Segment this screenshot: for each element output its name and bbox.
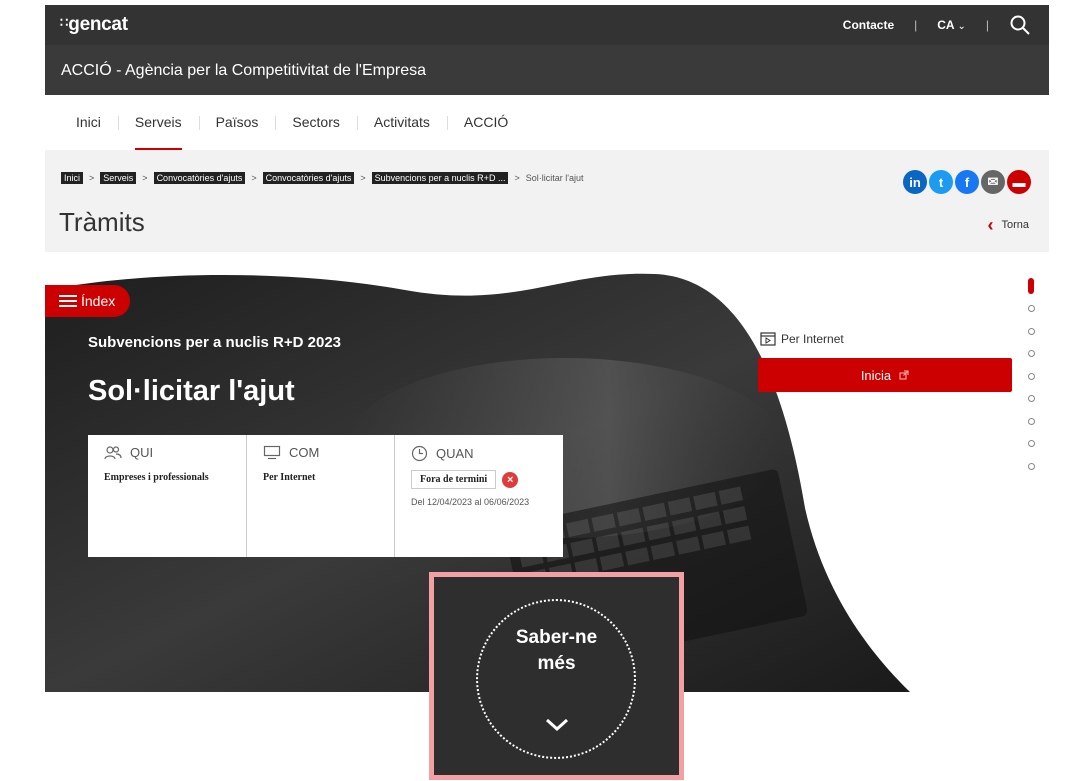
monitor-icon: [263, 445, 281, 460]
chevron-down-icon: [545, 718, 569, 732]
facebook-icon[interactable]: f: [955, 170, 979, 194]
breadcrumb-link[interactable]: Serveis: [100, 172, 137, 184]
title-band: Inici > Serveis > Convocatòries d'ajuts …: [45, 150, 1049, 252]
pager-dot[interactable]: [1027, 305, 1035, 312]
info-quan-heading: QUAN: [411, 445, 563, 462]
top-links: Contacte | CA ⌄ |: [843, 5, 1031, 45]
page: ∷gencat Contacte | CA ⌄ | ACCIÓ - Agènci…: [0, 0, 1086, 781]
index-label: Índex: [81, 293, 116, 309]
channel-text: Per Internet: [781, 332, 844, 346]
logo-dots: ∷: [60, 15, 68, 30]
search-button[interactable]: [1009, 14, 1031, 36]
info-qui-value: Empreses i professionals: [104, 472, 209, 483]
status-row: Fora de termini ×: [411, 470, 563, 489]
pager-dot[interactable]: [1027, 372, 1035, 380]
more-circle: [476, 599, 636, 759]
pager-dot[interactable]: [1027, 327, 1035, 335]
breadcrumb-separator: >: [89, 173, 95, 183]
index-button[interactable]: Índex: [45, 285, 130, 317]
breadcrumb-separator: >: [360, 173, 366, 183]
more-label-line2: més: [537, 653, 576, 674]
info-card: QUI Empreses i professionals COM Per Int…: [88, 435, 563, 557]
info-quan: QUAN Fora de termini × Del 12/04/2023 al…: [394, 435, 563, 557]
start-label: Inicia: [860, 367, 892, 383]
people-icon: [104, 445, 122, 459]
breadcrumb-link[interactable]: Convocatòries d'ajuts: [153, 172, 246, 184]
info-quan-label: QUAN: [436, 446, 474, 461]
info-qui-heading: QUI: [104, 445, 246, 460]
breadcrumb-link[interactable]: Convocatòries d'ajuts: [262, 172, 355, 184]
linkedin-icon[interactable]: in: [903, 170, 927, 194]
org-name[interactable]: ACCIÓ - Agència per la Competitivitat de…: [61, 62, 426, 80]
menu-icon: [59, 295, 77, 307]
chevron-down-icon: ⌄: [957, 21, 966, 32]
contact-link[interactable]: Contacte: [843, 18, 894, 32]
search-icon: [1010, 15, 1030, 35]
page-title: Tràmits: [59, 207, 145, 237]
twitter-icon[interactable]: t: [929, 170, 953, 194]
org-bar: ACCIÓ - Agència per la Competitivitat de…: [45, 45, 1049, 95]
pager-dot[interactable]: [1027, 395, 1035, 402]
channel-label: Per Internet: [760, 332, 844, 346]
nav-item-sectors[interactable]: Sectors: [275, 95, 356, 150]
pager-dot[interactable]: [1027, 417, 1035, 425]
more-label: Saber-ne més: [434, 625, 679, 677]
breadcrumb-separator: >: [251, 173, 257, 183]
info-com: COM Per Internet: [246, 435, 394, 557]
info-qui: QUI Empreses i professionals: [88, 435, 246, 557]
social-share: in t f ✉ ▬: [903, 170, 1031, 194]
nav-item-activitats[interactable]: Activitats: [356, 95, 447, 150]
language-label: CA: [937, 18, 955, 32]
pager-dot-active[interactable]: [1028, 278, 1034, 294]
separator: |: [985, 18, 989, 32]
info-com-value: Per Internet: [263, 472, 316, 483]
section-pager: [1024, 278, 1038, 485]
breadcrumb-separator: >: [142, 173, 148, 183]
language-selector[interactable]: CA ⌄: [937, 18, 966, 32]
more-label-line1: Saber-ne: [515, 627, 598, 648]
chevron-left-icon: ‹: [987, 215, 994, 235]
pager-dot[interactable]: [1027, 350, 1035, 357]
nav-item-inici[interactable]: Inici: [59, 95, 118, 150]
pager-dot[interactable]: [1027, 440, 1035, 447]
top-bar: ∷gencat Contacte | CA ⌄ |: [45, 5, 1049, 45]
nav-item-paisos[interactable]: Països: [198, 95, 276, 150]
more-info-button[interactable]: Saber-ne més: [429, 572, 684, 780]
logo-text: gencat: [68, 14, 128, 35]
back-label: Torna: [1001, 219, 1029, 231]
gencat-logo[interactable]: ∷gencat: [60, 14, 128, 36]
web-window-icon: [760, 332, 776, 346]
breadcrumb: Inici > Serveis > Convocatòries d'ajuts …: [61, 172, 583, 184]
nav-item-serveis[interactable]: Serveis: [117, 95, 199, 150]
start-button[interactable]: Inicia: [758, 358, 1012, 392]
deadline-dates: Del 12/04/2023 al 06/06/2023: [411, 497, 530, 507]
pager-dot[interactable]: [1027, 462, 1035, 470]
main-nav: Inici Serveis Països Sectors Activitats …: [45, 95, 1049, 150]
close-circle-icon: ×: [502, 471, 519, 488]
print-icon[interactable]: ▬: [1007, 170, 1031, 194]
hero-subtitle: Subvencions per a nuclis R+D 2023: [88, 334, 342, 351]
breadcrumb-separator: >: [514, 173, 520, 183]
breadcrumb-link[interactable]: Subvencions per a nuclis R+D ...: [371, 172, 509, 184]
info-qui-label: QUI: [130, 445, 154, 460]
breadcrumb-link[interactable]: Inici: [61, 172, 84, 184]
email-icon[interactable]: ✉: [981, 170, 1005, 194]
info-com-heading: COM: [263, 445, 394, 460]
back-link[interactable]: ‹ Torna: [987, 216, 1029, 234]
breadcrumb-current: Sol·licitar l'ajut: [525, 173, 584, 183]
status-badge: Fora de termini: [411, 470, 497, 489]
info-com-label: COM: [289, 445, 320, 460]
separator: |: [914, 18, 918, 32]
hero-title: Sol·licitar l'ajut: [88, 375, 295, 407]
nav-item-accio[interactable]: ACCIÓ: [446, 95, 525, 150]
external-link-icon: [899, 370, 909, 380]
clock-icon: [411, 445, 428, 462]
